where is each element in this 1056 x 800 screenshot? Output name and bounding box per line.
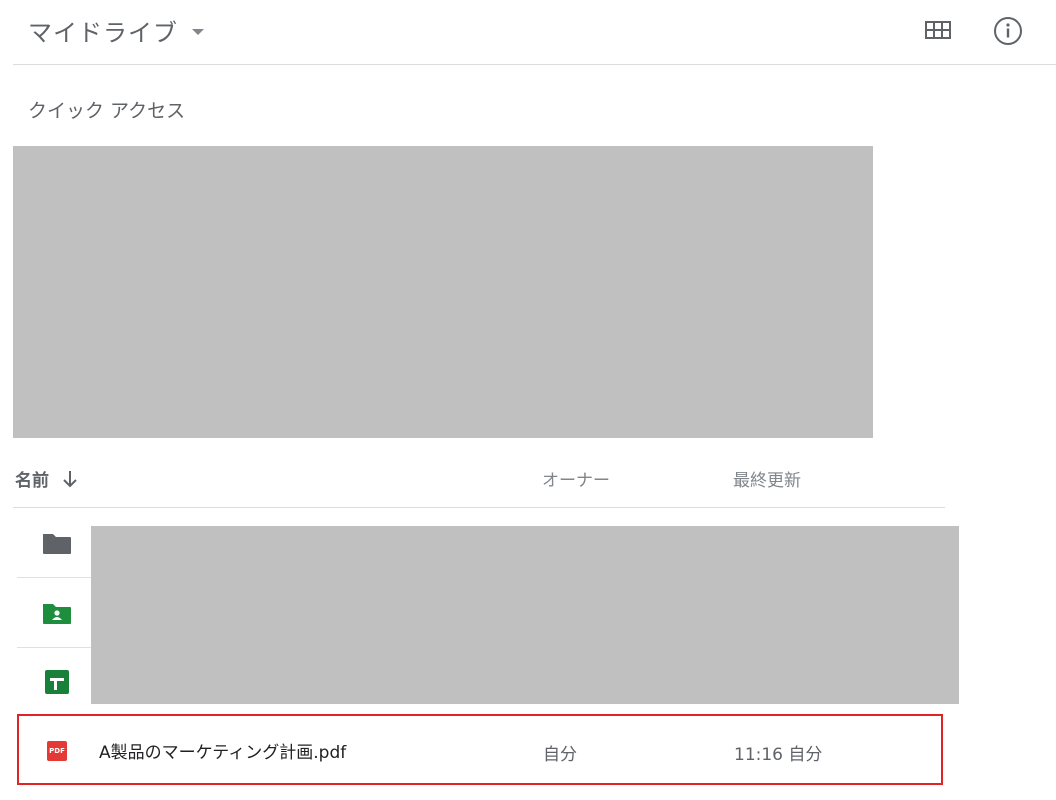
arrow-down-icon	[63, 470, 77, 487]
my-drive-title-button[interactable]: マイドライブ	[28, 12, 204, 48]
column-header-last-modified[interactable]: 最終更新	[733, 466, 801, 491]
shared-folder-icon	[43, 604, 71, 624]
info-icon	[994, 17, 1022, 45]
file-row-spreadsheet[interactable]	[42, 670, 72, 694]
quick-access-label: クイック アクセス	[28, 100, 186, 122]
dropdown-caret-icon	[192, 29, 204, 35]
google-sheets-icon	[45, 670, 69, 694]
file-name: A製品のマーケティング計画.pdf	[99, 743, 347, 763]
file-last-modified: 11:16 自分	[734, 745, 823, 765]
grid-view-button[interactable]	[924, 20, 952, 40]
quick-access-redacted-area	[13, 146, 873, 438]
column-header-owner[interactable]: オーナー	[542, 466, 610, 491]
list-header-divider	[13, 507, 945, 508]
info-button[interactable]	[993, 16, 1023, 46]
file-row-shared-folder[interactable]	[42, 601, 72, 625]
file-row-pdf[interactable]: PDF A製品のマーケティング計画.pdf 自分 11:16 自分	[17, 714, 943, 785]
grid-view-icon	[925, 21, 951, 39]
file-row-folder[interactable]	[42, 531, 72, 555]
file-owner: 自分	[543, 745, 577, 765]
column-name-label: 名前	[15, 471, 49, 491]
file-list-redacted-area	[91, 526, 959, 704]
header-divider	[13, 64, 1056, 65]
pdf-icon: PDF	[47, 741, 67, 761]
folder-icon	[43, 534, 71, 554]
column-header-name[interactable]: 名前	[15, 466, 79, 491]
row-divider	[17, 577, 91, 578]
page-title: マイドライブ	[28, 18, 178, 47]
row-divider	[17, 647, 91, 648]
